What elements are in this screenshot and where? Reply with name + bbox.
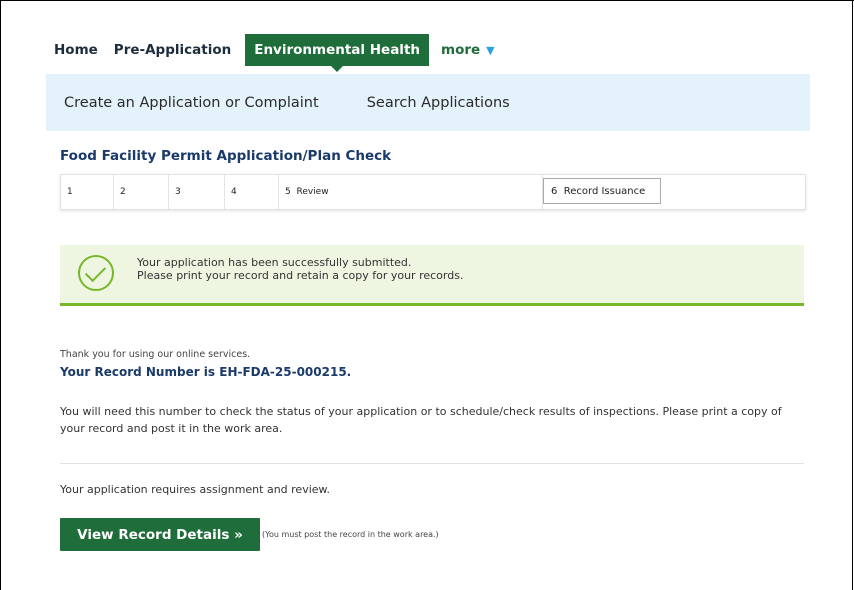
sub-nav: Create an Application or Complaint Searc…: [46, 74, 810, 131]
nav-pre-application-label: Pre-Application: [113, 42, 232, 58]
step-5-number: 5: [285, 187, 291, 197]
step-4-number: 4: [231, 187, 237, 197]
nav-environmental-health[interactable]: Environmental Health: [245, 34, 430, 72]
nav-pre-application[interactable]: Pre-Application: [106, 34, 239, 66]
view-record-details-button[interactable]: View Record Details »: [60, 518, 260, 551]
step-4[interactable]: 4: [225, 175, 279, 209]
subnav-search-applications[interactable]: Search Applications: [367, 95, 510, 111]
step-1-number: 1: [67, 187, 73, 197]
step-2-number: 2: [120, 187, 126, 197]
nav-home[interactable]: Home: [46, 34, 106, 66]
subnav-create-application[interactable]: Create an Application or Complaint: [64, 95, 319, 111]
step-tracker: 1 2 3 4 5 Review 6 Record Issuance: [60, 174, 806, 210]
caret-down-icon: ▼: [486, 43, 495, 57]
step-5-label: Review: [296, 187, 329, 197]
frame-right: [852, 0, 853, 590]
requires-review-text: Your application requires assignment and…: [60, 483, 331, 496]
thanks-text: Thank you for using our online services.: [60, 349, 251, 360]
step-3[interactable]: 3: [169, 175, 225, 209]
top-nav: Home Pre-Application Environmental Healt…: [46, 34, 503, 72]
record-number: Your Record Number is EH-FDA-25-000215.: [60, 365, 351, 379]
check-circle-icon: [78, 255, 114, 291]
step-1[interactable]: 1: [61, 175, 114, 209]
success-line-1: Your application has been successfully s…: [137, 256, 412, 269]
step-6-label: Record Issuance: [563, 185, 646, 197]
instructions-text: You will need this number to check the s…: [60, 405, 782, 435]
step-5-review[interactable]: 5 Review: [279, 175, 543, 209]
frame-left: [0, 0, 1, 590]
step-6-record-issuance[interactable]: 6 Record Issuance: [543, 178, 661, 204]
success-line-2: Please print your record and retain a co…: [137, 269, 464, 282]
divider: [60, 463, 804, 464]
step-tracker-filler: [661, 175, 805, 209]
step-6-number: 6: [551, 185, 558, 197]
record-number-value: EH-FDA-25-000215.: [219, 365, 352, 379]
step-3-number: 3: [175, 187, 181, 197]
success-banner: Your application has been successfully s…: [60, 245, 804, 306]
step-2[interactable]: 2: [114, 175, 169, 209]
nav-more-label: more: [441, 42, 481, 58]
frame-top: [0, 0, 854, 1]
nav-home-label: Home: [54, 42, 98, 58]
nav-environmental-health-label: Environmental Health: [254, 42, 421, 58]
post-record-note: (You must post the record in the work ar…: [262, 530, 439, 539]
nav-more[interactable]: more ▼: [433, 34, 503, 66]
record-number-prefix: Your Record Number is: [60, 365, 220, 379]
success-message: Your application has been successfully s…: [137, 256, 463, 282]
page-title: Food Facility Permit Application/Plan Ch…: [60, 148, 392, 164]
